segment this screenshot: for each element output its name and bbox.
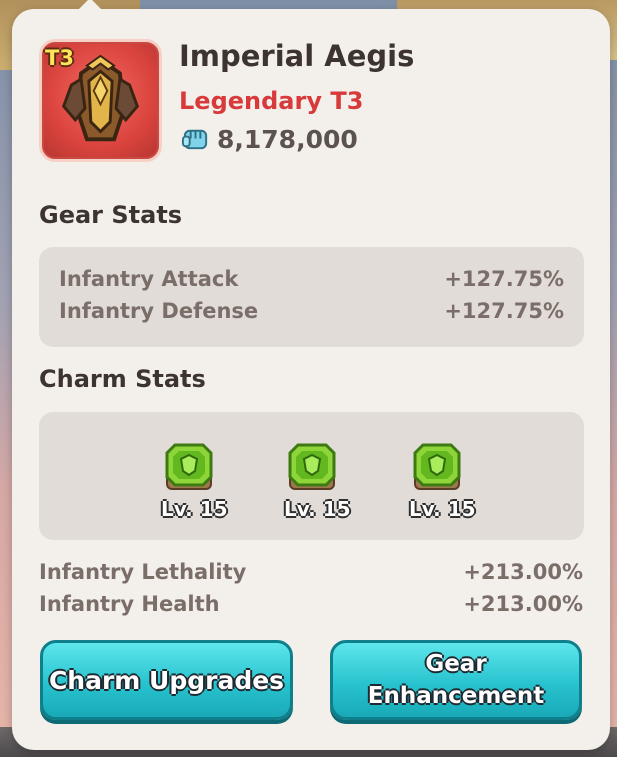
green-charm-icon	[413, 443, 461, 490]
green-charm-icon	[165, 443, 213, 490]
green-charm-icon	[288, 443, 336, 490]
gear-stats-box: Infantry Attack +127.75% Infantry Defens…	[39, 247, 584, 347]
item-name: Imperial Aegis	[179, 39, 415, 73]
charm-stat-value: +213.00%	[463, 560, 583, 584]
stat-row: Infantry Defense +127.75%	[59, 299, 564, 329]
charm-upgrades-label: Charm Upgrades	[48, 665, 285, 695]
gear-detail-popup: T3 Imperial Aegis Legendary T3 8,178,000…	[12, 0, 610, 750]
charm-stat-row: Infantry Health +213.00%	[39, 592, 583, 622]
charm-stat-label: Infantry Lethality	[39, 560, 247, 584]
fist-power-icon	[181, 129, 208, 150]
charm-level: Lv. 15	[161, 497, 228, 521]
charm-stat-value: +213.00%	[463, 592, 583, 616]
charm-slot[interactable]: Lv. 15	[409, 441, 476, 521]
charm-stat-label: Infantry Health	[39, 592, 220, 616]
charm-slot[interactable]: Lv. 15	[161, 441, 228, 521]
charm-level: Lv. 15	[409, 497, 476, 521]
stat-label: Infantry Attack	[59, 267, 239, 291]
item-rarity: Legendary T3	[179, 87, 364, 115]
stat-label: Infantry Defense	[59, 299, 259, 323]
popup-pointer	[78, 0, 102, 10]
charm-stat-row: Infantry Lethality +213.00%	[39, 560, 583, 590]
gear-enhancement-label-line1: Gear	[425, 651, 487, 677]
stat-value: +127.75%	[444, 299, 564, 323]
charm-stats-title: Charm Stats	[39, 365, 206, 393]
charm-level: Lv. 15	[284, 497, 351, 521]
charm-upgrades-button[interactable]: Charm Upgrades	[40, 640, 293, 720]
power-value: 8,178,000	[217, 125, 358, 154]
item-icon: T3	[39, 39, 162, 162]
gear-enhancement-label-line2: Enhancement	[367, 683, 545, 709]
tier-badge: T3	[45, 46, 74, 70]
stat-value: +127.75%	[444, 267, 564, 291]
gear-enhancement-button[interactable]: Gear Enhancement	[330, 640, 582, 720]
gear-stats-title: Gear Stats	[39, 201, 183, 229]
stat-row: Infantry Attack +127.75%	[59, 267, 564, 297]
charm-slot[interactable]: Lv. 15	[284, 441, 351, 521]
